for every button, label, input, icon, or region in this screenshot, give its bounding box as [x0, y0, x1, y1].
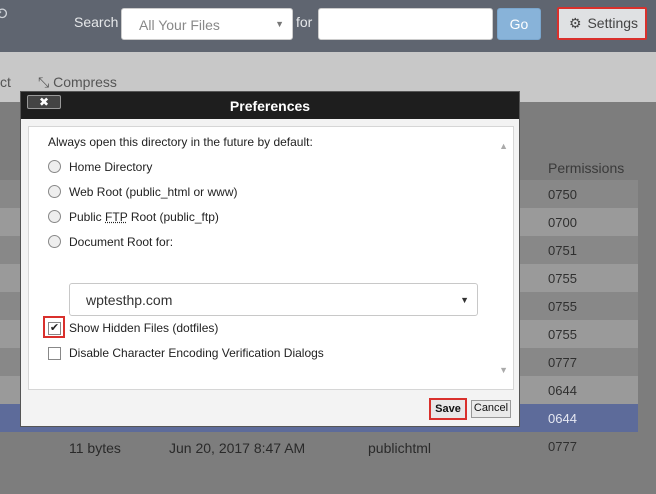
permission-cell: 0750: [548, 187, 577, 202]
show-hidden-files-option[interactable]: ✔ Show Hidden Files (dotfiles): [48, 321, 219, 336]
disable-encoding-label: Disable Character Encoding Verification …: [69, 346, 324, 360]
settings-label: Settings: [587, 15, 639, 31]
radio-label: Home Directory: [69, 159, 153, 174]
top-bar: ⟲ Search All Your Files ▼ for Go ⚙ Setti…: [0, 0, 656, 52]
dialog-title-bar: ✖ Preferences: [21, 92, 519, 119]
domain-select-value: wptesthp.com: [86, 292, 173, 308]
for-label: for: [296, 14, 313, 30]
cancel-button[interactable]: Cancel: [471, 400, 511, 418]
search-scope-value: All Your Files: [139, 17, 220, 33]
chevron-down-icon: ▼: [275, 19, 284, 29]
show-hidden-files-label: Show Hidden Files (dotfiles): [69, 321, 219, 335]
permissions-column-header[interactable]: Permissions: [548, 160, 624, 176]
file-size-cell: 11 bytes: [69, 440, 121, 456]
permission-cell: 0700: [548, 215, 577, 230]
permission-cell: 0644: [548, 383, 577, 398]
save-button[interactable]: Save: [429, 398, 467, 420]
preferences-dialog: ✖ Preferences Always open this directory…: [20, 91, 520, 427]
permission-cell: 0755: [548, 271, 577, 286]
domain-select[interactable]: wptesthp.com ▼: [69, 283, 478, 316]
partial-icon: ⟲: [0, 6, 8, 23]
radio-button[interactable]: [48, 210, 61, 224]
disable-encoding-option[interactable]: Disable Character Encoding Verification …: [48, 346, 324, 361]
radio-button[interactable]: [48, 185, 61, 199]
permission-cell: 0751: [548, 243, 577, 258]
search-scope-select[interactable]: All Your Files ▼: [121, 8, 293, 40]
permission-cell: 0755: [548, 327, 577, 342]
default-directory-heading: Always open this directory in the future…: [48, 135, 313, 149]
permission-cell: 0777: [548, 355, 577, 370]
radio-web-root[interactable]: Web Root (public_html or www): [48, 184, 238, 199]
scroll-down-arrow-icon[interactable]: ▼: [499, 365, 508, 375]
compress-icon: ⤡: [38, 74, 50, 90]
radio-button[interactable]: [48, 235, 61, 249]
permission-cell: 0755: [548, 299, 577, 314]
ftp-abbr: FTP: [105, 209, 128, 224]
preferences-form: Always open this directory in the future…: [28, 126, 514, 390]
permission-cell: 0777: [548, 439, 577, 454]
go-button[interactable]: Go: [497, 8, 541, 40]
radio-public-ftp-root[interactable]: Public FTP Root (public_ftp): [48, 209, 219, 224]
radio-label-pre: Public: [69, 209, 106, 224]
gear-icon: ⚙: [569, 15, 582, 31]
dialog-title: Preferences: [229, 98, 311, 114]
radio-label-post: Root (public_ftp): [127, 209, 219, 224]
chevron-down-icon: ▼: [460, 295, 469, 305]
radio-document-root[interactable]: Document Root for:: [48, 234, 173, 249]
settings-button[interactable]: ⚙ Settings: [557, 7, 647, 40]
modified-date-cell: Jun 20, 2017 8:47 AM: [169, 440, 306, 456]
file-type-cell: publichtml: [368, 440, 432, 456]
compress-button[interactable]: ⤡ Compress: [38, 74, 117, 91]
radio-home-directory[interactable]: Home Directory: [48, 159, 152, 174]
compress-label: Compress: [53, 74, 117, 90]
radio-label: Web Root (public_html or www): [69, 184, 238, 199]
permission-cell: 0644: [548, 411, 577, 426]
toolbar-item-partial[interactable]: ct: [0, 74, 11, 90]
disable-encoding-checkbox[interactable]: [48, 347, 61, 361]
search-input[interactable]: [318, 8, 493, 40]
scroll-up-arrow-icon[interactable]: ▲: [499, 141, 508, 151]
radio-button[interactable]: [48, 160, 61, 174]
show-hidden-files-checkbox[interactable]: ✔: [48, 322, 61, 336]
search-label: Search: [74, 14, 119, 30]
radio-label: Document Root for:: [69, 234, 174, 249]
